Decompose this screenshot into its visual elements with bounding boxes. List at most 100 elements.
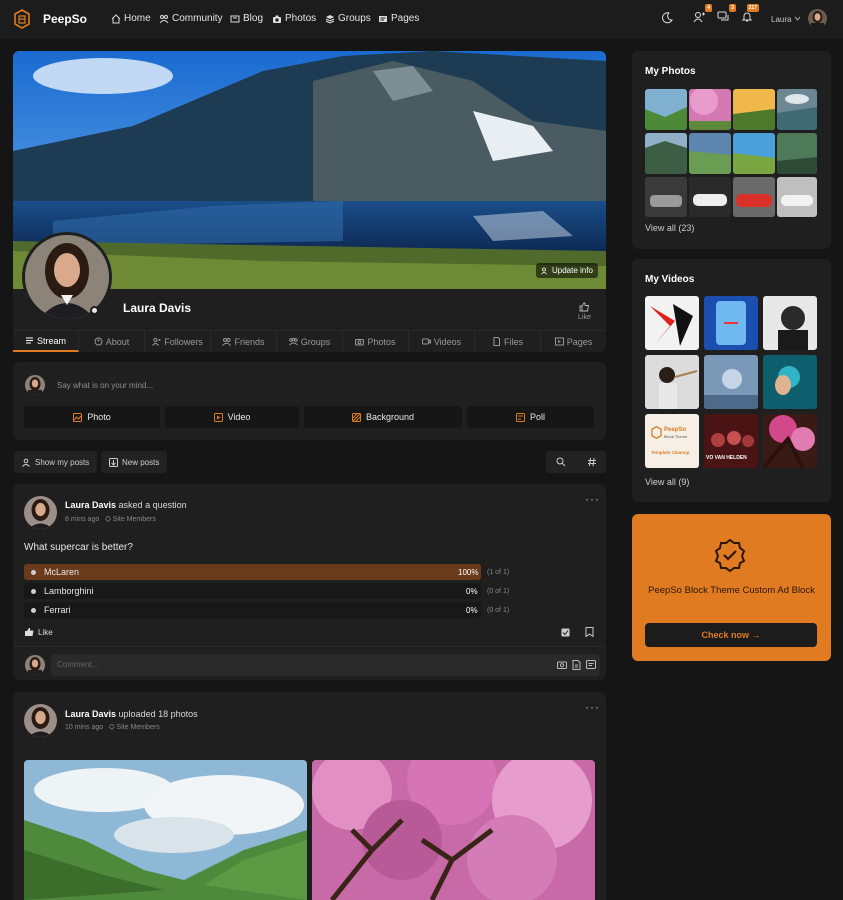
bookmark-icon[interactable]: [585, 627, 594, 637]
video-thumb[interactable]: [763, 414, 817, 468]
nav-community[interactable]: Community: [159, 13, 223, 24]
photo-thumb[interactable]: [733, 89, 775, 130]
post-author-avatar[interactable]: [24, 704, 57, 737]
camera-icon: [355, 339, 365, 346]
user-avatar[interactable]: [808, 9, 827, 28]
post-author-line: Laura Davis asked a question: [65, 500, 187, 510]
photo-thumb[interactable]: [733, 133, 775, 174]
nav-groups[interactable]: Groups: [325, 13, 371, 24]
photo-thumb[interactable]: [645, 89, 687, 130]
search-icon[interactable]: [556, 457, 566, 467]
thumbs-up-icon: [579, 302, 589, 312]
videos-view-all-link[interactable]: View all (9): [645, 477, 689, 487]
post-time[interactable]: 10 mins ago: [65, 724, 103, 731]
tab-photos-label: Photos: [367, 336, 396, 347]
photo-thumb[interactable]: [645, 177, 687, 217]
tab-groups[interactable]: Groups: [277, 331, 343, 352]
messages-button[interactable]: 3: [717, 4, 736, 23]
tab-photos[interactable]: Photos: [343, 331, 409, 352]
gif-icon[interactable]: [586, 660, 596, 669]
photo-thumb[interactable]: [689, 177, 731, 217]
nav-home[interactable]: Home: [111, 13, 151, 24]
poll-option-label: McLaren: [44, 567, 80, 577]
poll-radio[interactable]: [31, 608, 36, 613]
tab-followers[interactable]: Followers: [145, 331, 211, 352]
poll-option-count: (1 of 1): [487, 569, 510, 576]
post-time[interactable]: 8 mins ago: [65, 516, 99, 523]
poll-option-count: (0 of 1): [487, 588, 510, 595]
poll-option-ferrari[interactable]: [24, 602, 481, 618]
nav-pages[interactable]: Pages: [378, 13, 419, 24]
video-thumb[interactable]: [704, 296, 758, 350]
tab-friends[interactable]: Friends: [211, 331, 277, 352]
video-icon: [213, 412, 223, 422]
post-author-name[interactable]: Laura Davis: [65, 709, 116, 719]
composer-input[interactable]: Say what is on your mind...: [57, 381, 153, 390]
photo-thumb[interactable]: [777, 89, 817, 130]
file-icon[interactable]: [572, 660, 581, 670]
tab-stream[interactable]: Stream: [13, 331, 79, 352]
profile-like-button[interactable]: Like: [578, 302, 591, 321]
post-options-icon[interactable]: ···: [585, 700, 600, 714]
show-my-posts-button[interactable]: Show my posts: [14, 451, 98, 473]
photos-view-all-link[interactable]: View all (23): [645, 223, 694, 233]
tab-videos[interactable]: Videos: [409, 331, 475, 352]
photo-thumb[interactable]: [733, 177, 775, 217]
update-info-button[interactable]: Update info: [536, 263, 598, 278]
dark-mode-toggle[interactable]: [661, 12, 673, 24]
badge-check-icon: [713, 538, 747, 572]
camera-icon[interactable]: [557, 660, 567, 669]
photo-thumb[interactable]: [777, 133, 817, 174]
post-author-avatar[interactable]: [24, 496, 57, 529]
photo-thumb[interactable]: [689, 89, 731, 130]
messages-badge: 3: [729, 4, 736, 12]
new-posts-button[interactable]: New posts: [101, 451, 168, 473]
nav-photos[interactable]: Photos: [272, 13, 316, 24]
video-thumb[interactable]: [645, 355, 699, 409]
chat-icon: [717, 11, 729, 21]
video-thumb[interactable]: [763, 355, 817, 409]
video-thumb-concert[interactable]: VO VAN HELDEN: [704, 414, 758, 468]
photo-thumb[interactable]: [689, 133, 731, 174]
my-photos-title: My Photos: [645, 66, 696, 77]
tab-files[interactable]: Files: [475, 331, 541, 352]
poll-radio[interactable]: [31, 589, 36, 594]
peepso-logo-icon[interactable]: [14, 9, 30, 29]
poll-option-mclaren[interactable]: [24, 564, 481, 580]
comment-input[interactable]: Comment...: [51, 654, 600, 676]
composer-video-button[interactable]: Video: [165, 406, 299, 428]
post-photo-blossom[interactable]: [312, 760, 595, 900]
video-thumb[interactable]: [645, 296, 699, 350]
tab-groups-label: Groups: [300, 336, 331, 347]
post-author-name[interactable]: Laura Davis: [65, 500, 116, 510]
post-photo-valley[interactable]: [24, 760, 307, 900]
hashtag-icon[interactable]: [587, 457, 597, 467]
post-options-icon[interactable]: ···: [585, 492, 600, 506]
camera-icon: [273, 15, 281, 23]
video-thumb-template[interactable]: PeepSo Block Theme Template Cleanup: [645, 414, 699, 468]
post-like-button[interactable]: Like: [24, 627, 53, 637]
nav-blog[interactable]: Blog: [230, 13, 263, 24]
tab-pages[interactable]: Pages: [541, 331, 606, 352]
brand-name[interactable]: PeepSo: [43, 12, 87, 26]
composer-photo-button[interactable]: Photo: [24, 406, 160, 428]
poll-radio[interactable]: [31, 570, 36, 575]
poll-option-count: (0 of 1): [487, 607, 510, 614]
composer-poll-button[interactable]: Poll: [467, 406, 594, 428]
video-thumb[interactable]: [704, 355, 758, 409]
tab-friends-label: Friends: [234, 336, 265, 347]
poll-option-label: Lamborghini: [44, 586, 94, 596]
check-now-button[interactable]: Check now →: [645, 623, 817, 647]
photo-thumb[interactable]: [645, 133, 687, 174]
friend-requests-button[interactable]: 4: [693, 4, 712, 23]
photo-thumb[interactable]: [777, 177, 817, 217]
chevron-down-icon[interactable]: [794, 15, 801, 22]
nav-groups-label: Groups: [338, 13, 371, 24]
composer-background-button[interactable]: Background: [304, 406, 462, 428]
checkbox-icon[interactable]: [561, 628, 570, 637]
tab-about[interactable]: About: [79, 331, 145, 352]
video-thumb[interactable]: [763, 296, 817, 350]
notifications-button[interactable]: 217: [741, 4, 759, 23]
notifications-badge: 217: [746, 4, 759, 12]
user-menu-name[interactable]: Laura: [771, 15, 791, 24]
